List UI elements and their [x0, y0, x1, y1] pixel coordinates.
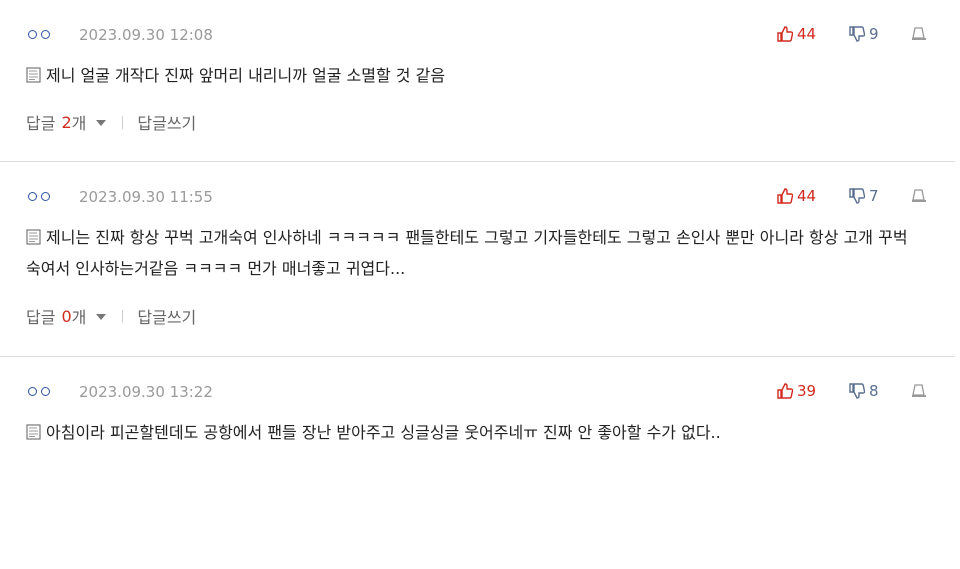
thumbs-up-icon: [777, 383, 793, 399]
like-count: 44: [797, 187, 817, 205]
reply-bar: 답글 0개 답글쓰기: [26, 304, 196, 328]
comment-text: 제니는 진짜 항상 꾸벅 고개숙여 인사하네 ㅋㅋㅋㅋㅋ 팬들한테도 그렇고 기…: [26, 228, 908, 278]
like-count: 44: [797, 25, 817, 43]
comment-item: 2023.09.30 13:22 39 8 아침이라 피곤할텐데도 공항에서 팬…: [0, 357, 955, 569]
write-reply-button[interactable]: 답글쓰기: [137, 304, 196, 328]
comment-meta: 2023.09.30 11:55: [28, 187, 213, 207]
comment-list: 2023.09.30 12:08 44 9 제니 얼굴 개작다 진짜 앞머리 내…: [0, 0, 960, 569]
report-button[interactable]: [911, 188, 927, 204]
reply-unit: 개: [71, 308, 87, 327]
thumbs-down-icon: [849, 26, 865, 42]
document-icon: [26, 229, 41, 245]
comment-author[interactable]: [28, 28, 72, 43]
write-reply-button[interactable]: 답글쓰기: [137, 110, 196, 134]
dislike-count: 7: [869, 187, 879, 205]
comment-author[interactable]: [28, 190, 72, 205]
comment-text: 제니 얼굴 개작다 진짜 앞머리 내리니까 얼굴 소멸할 것 같음: [46, 66, 446, 85]
reply-toggle[interactable]: 답글 2개: [26, 110, 107, 134]
report-button[interactable]: [911, 26, 927, 42]
chevron-down-icon: [96, 314, 107, 320]
reply-toggle[interactable]: 답글 0개: [26, 304, 107, 328]
like-button[interactable]: 44: [777, 187, 849, 205]
comment-author[interactable]: [28, 385, 72, 400]
reply-unit: 개: [71, 114, 87, 133]
reply-bar: 답글 2개 답글쓰기: [26, 110, 196, 134]
reply-label: 답글: [26, 114, 56, 133]
dislike-button[interactable]: 8: [849, 382, 911, 400]
vote-bar: 39 8: [777, 381, 927, 401]
thumbs-up-icon: [777, 188, 793, 204]
comment-text: 아침이라 피곤할텐데도 공항에서 팬들 장난 받아주고 싱글싱글 웃어주네ㅠ 진…: [46, 423, 721, 442]
report-icon: [912, 189, 926, 202]
comment-date: 2023.09.30 12:08: [79, 26, 213, 44]
comment-item: 2023.09.30 11:55 44 7 제니는 진짜 항상 꾸벅 고개숙여 …: [0, 162, 955, 357]
vote-bar: 44 9: [777, 24, 927, 44]
divider: [122, 309, 124, 323]
report-button[interactable]: [911, 383, 927, 399]
comment-meta: 2023.09.30 12:08: [28, 25, 213, 45]
divider: [122, 115, 124, 129]
dislike-count: 8: [869, 382, 879, 400]
reply-count: 0: [61, 306, 72, 326]
author-name-glyph: [28, 386, 50, 396]
chevron-down-icon: [96, 120, 107, 126]
thumbs-down-icon: [849, 188, 865, 204]
author-name-glyph: [28, 29, 50, 39]
document-icon: [26, 67, 41, 83]
comment-meta: 2023.09.30 13:22: [28, 382, 213, 402]
dislike-button[interactable]: 7: [849, 187, 911, 205]
thumbs-down-icon: [849, 383, 865, 399]
vote-bar: 44 7: [777, 186, 927, 206]
dislike-count: 9: [869, 25, 879, 43]
like-count: 39: [797, 382, 817, 400]
author-name-glyph: [28, 191, 50, 201]
comment-item: 2023.09.30 12:08 44 9 제니 얼굴 개작다 진짜 앞머리 내…: [0, 0, 955, 162]
dislike-button[interactable]: 9: [849, 25, 911, 43]
comment-body: 제니는 진짜 항상 꾸벅 고개숙여 인사하네 ㅋㅋㅋㅋㅋ 팬들한테도 그렇고 기…: [26, 222, 925, 284]
document-icon: [26, 424, 41, 440]
report-icon: [912, 384, 926, 397]
reply-label: 답글: [26, 308, 56, 327]
comment-date: 2023.09.30 13:22: [79, 383, 213, 401]
like-button[interactable]: 39: [777, 382, 849, 400]
reply-count: 2: [61, 112, 72, 132]
report-icon: [912, 27, 926, 40]
comment-body: 제니 얼굴 개작다 진짜 앞머리 내리니까 얼굴 소멸할 것 같음: [26, 60, 925, 91]
like-button[interactable]: 44: [777, 25, 849, 43]
comment-date: 2023.09.30 11:55: [79, 188, 213, 206]
thumbs-up-icon: [777, 26, 793, 42]
comment-body: 아침이라 피곤할텐데도 공항에서 팬들 장난 받아주고 싱글싱글 웃어주네ㅠ 진…: [26, 417, 925, 448]
